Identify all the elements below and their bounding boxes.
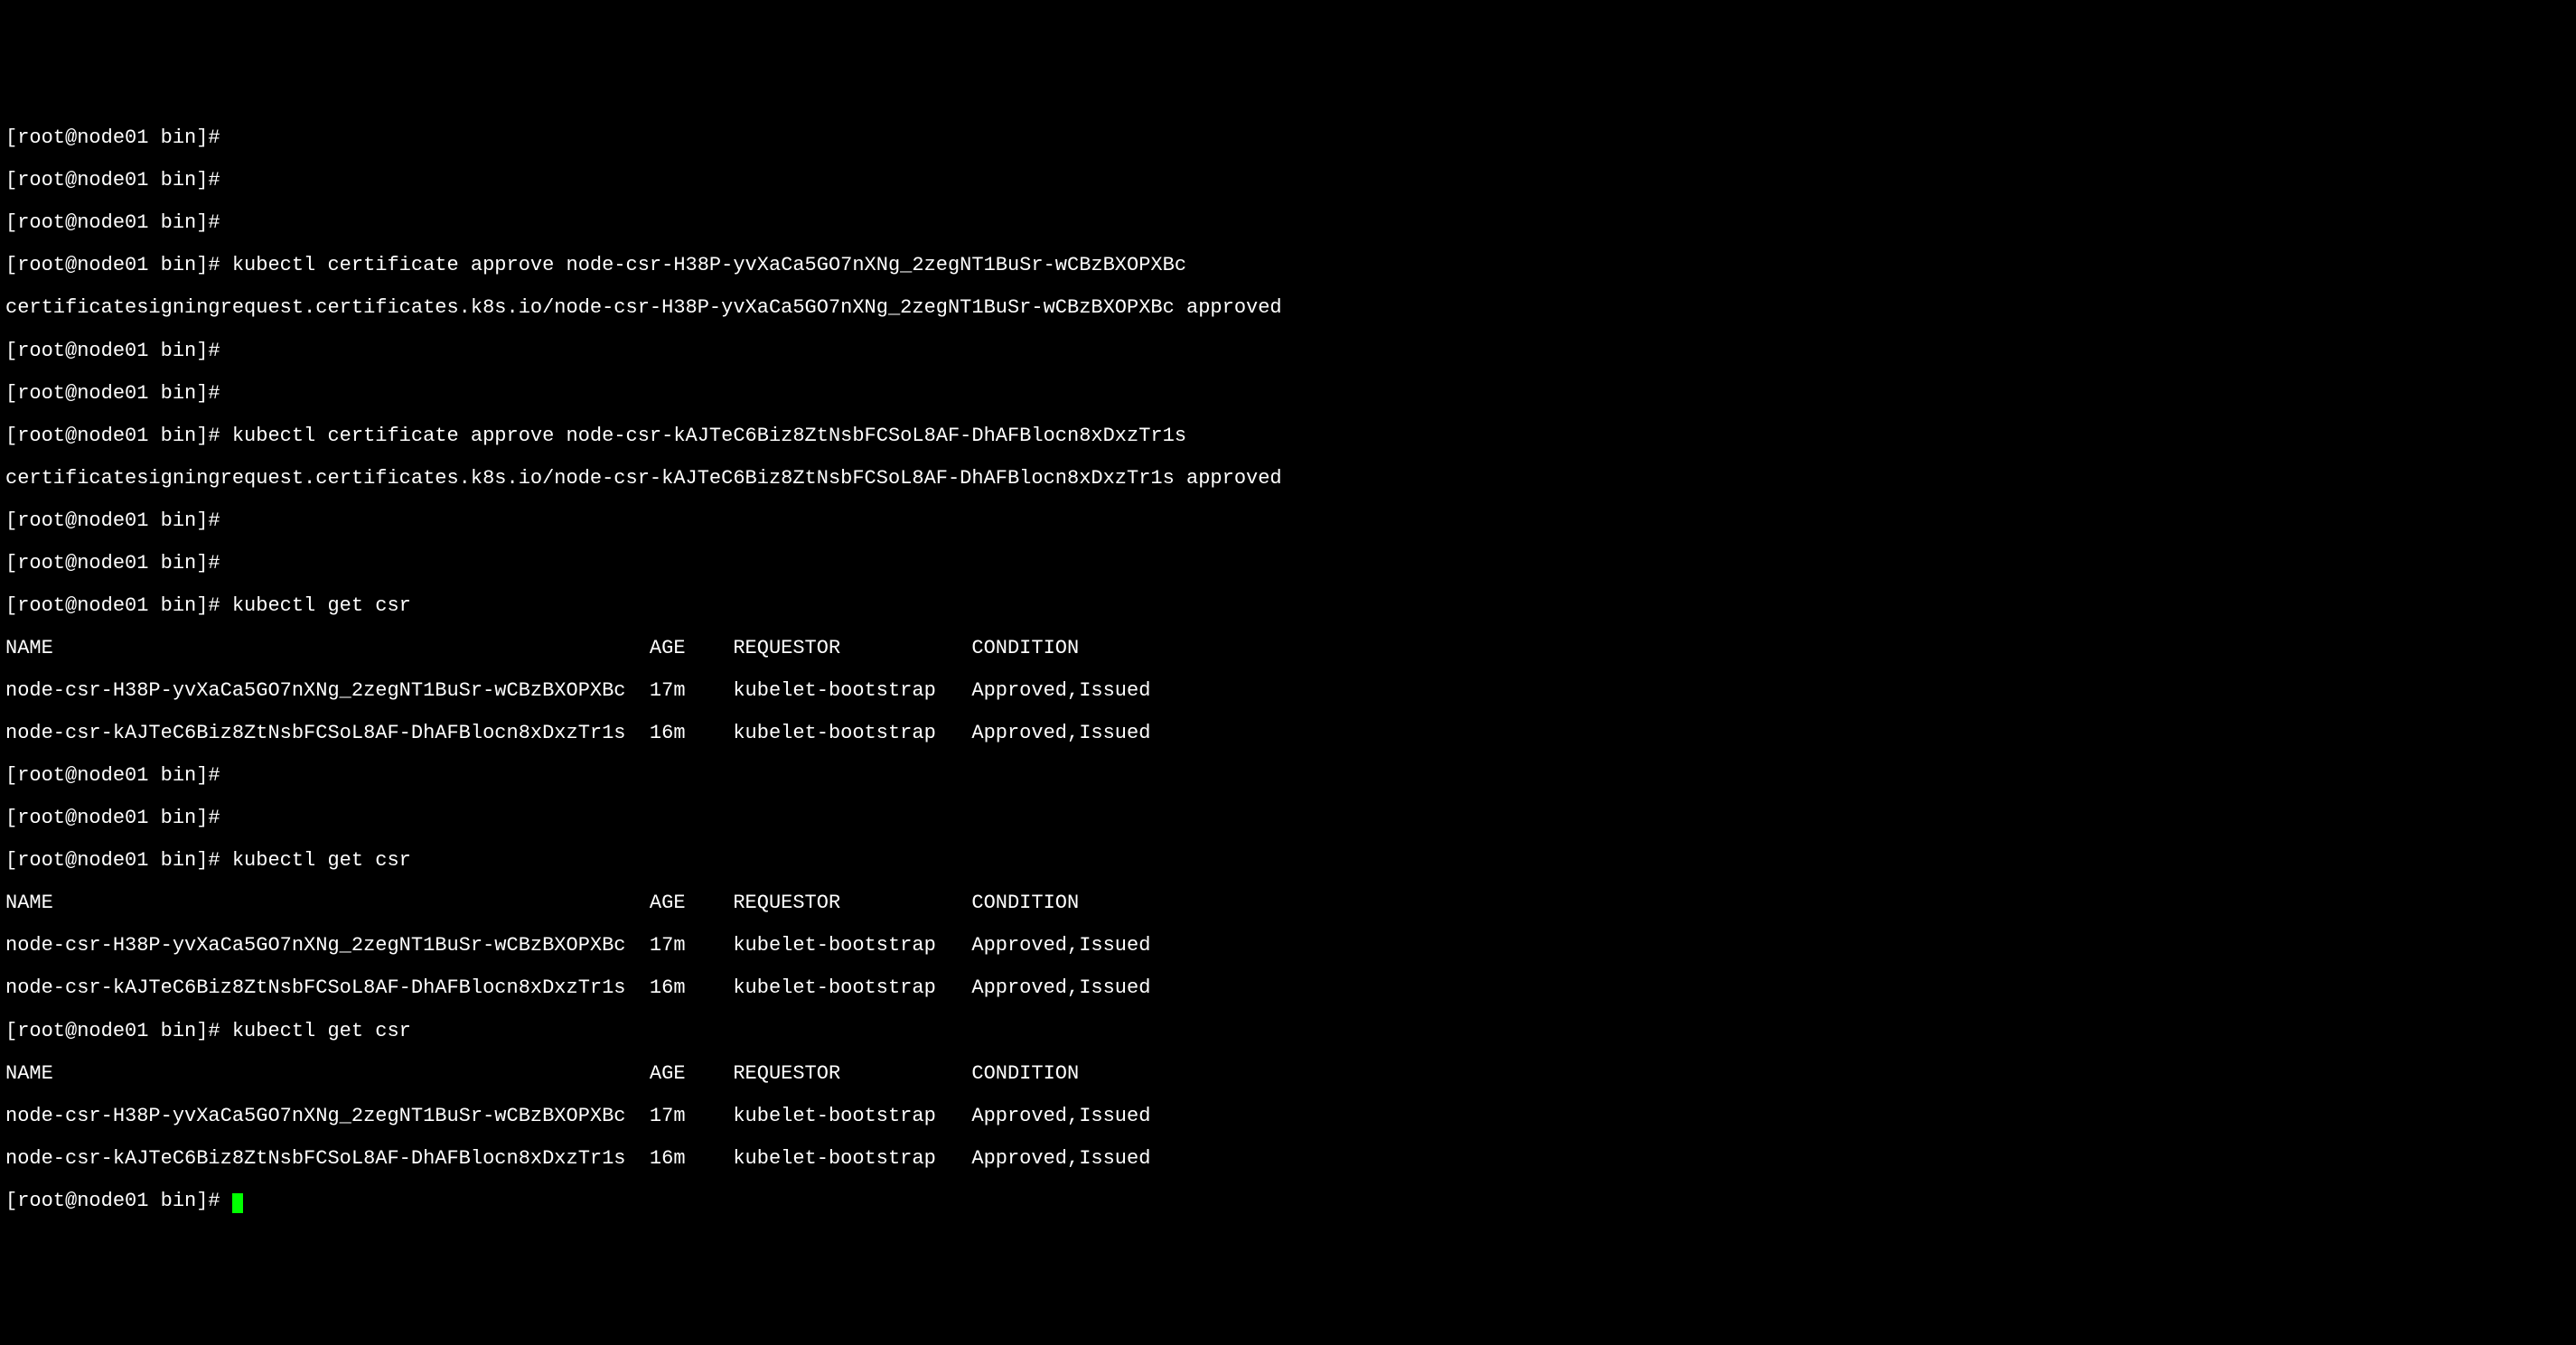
command-text: kubectl certificate approve node-csr-H38… [232, 254, 1186, 276]
csr-header: NAME AGE REQUESTOR CONDITION [5, 1063, 2571, 1085]
prompt-line: [root@node01 bin]# [5, 127, 2571, 149]
prompt-line: [root@node01 bin]# [5, 765, 2571, 787]
prompt: [root@node01 bin]# [5, 849, 232, 872]
output-line: certificatesigningrequest.certificates.k… [5, 468, 2571, 490]
prompt-line: [root@node01 bin]# [5, 808, 2571, 829]
prompt-line: [root@node01 bin]# [5, 510, 2571, 532]
prompt: [root@node01 bin]# [5, 552, 232, 574]
csr-row: node-csr-kAJTeC6Biz8ZtNsbFCSoL8AF-DhAFBl… [5, 977, 2571, 999]
prompt: [root@node01 bin]# [5, 1020, 232, 1042]
terminal[interactable]: [root@node01 bin]# [root@node01 bin]# [r… [0, 107, 2576, 1239]
command-line: [root@node01 bin]# kubectl get csr [5, 850, 2571, 872]
prompt: [root@node01 bin]# [5, 169, 232, 191]
command-text: kubectl get csr [232, 1020, 411, 1042]
csr-row: node-csr-kAJTeC6Biz8ZtNsbFCSoL8AF-DhAFBl… [5, 723, 2571, 744]
prompt: [root@node01 bin]# [5, 1190, 232, 1212]
prompt: [root@node01 bin]# [5, 126, 232, 149]
prompt-line: [root@node01 bin]# [5, 341, 2571, 362]
csr-header: NAME AGE REQUESTOR CONDITION [5, 638, 2571, 659]
prompt: [root@node01 bin]# [5, 211, 232, 234]
prompt: [root@node01 bin]# [5, 382, 232, 405]
command-text: kubectl get csr [232, 594, 411, 617]
output-line: certificatesigningrequest.certificates.k… [5, 297, 2571, 319]
prompt-line: [root@node01 bin]# [5, 170, 2571, 191]
csr-row: node-csr-H38P-yvXaCa5GO7nXNg_2zegNT1BuSr… [5, 935, 2571, 957]
prompt-line: [root@node01 bin]# [5, 212, 2571, 234]
prompt: [root@node01 bin]# [5, 594, 232, 617]
csr-header: NAME AGE REQUESTOR CONDITION [5, 892, 2571, 914]
prompt: [root@node01 bin]# [5, 425, 232, 447]
cursor-icon [232, 1193, 243, 1213]
prompt-line: [root@node01 bin]# [5, 383, 2571, 405]
csr-row: node-csr-kAJTeC6Biz8ZtNsbFCSoL8AF-DhAFBl… [5, 1148, 2571, 1170]
command-line: [root@node01 bin]# kubectl get csr [5, 595, 2571, 617]
command-line: [root@node01 bin]# kubectl certificate a… [5, 425, 2571, 447]
command-line: [root@node01 bin]# kubectl get csr [5, 1021, 2571, 1042]
command-text: kubectl get csr [232, 849, 411, 872]
prompt: [root@node01 bin]# [5, 254, 232, 276]
command-text: kubectl certificate approve node-csr-kAJ… [232, 425, 1186, 447]
prompt: [root@node01 bin]# [5, 807, 232, 829]
prompt-line: [root@node01 bin]# [5, 1191, 2571, 1212]
prompt-line: [root@node01 bin]# [5, 553, 2571, 574]
prompt: [root@node01 bin]# [5, 764, 232, 787]
command-line: [root@node01 bin]# kubectl certificate a… [5, 255, 2571, 276]
prompt: [root@node01 bin]# [5, 509, 232, 532]
csr-row: node-csr-H38P-yvXaCa5GO7nXNg_2zegNT1BuSr… [5, 1106, 2571, 1127]
csr-row: node-csr-H38P-yvXaCa5GO7nXNg_2zegNT1BuSr… [5, 680, 2571, 702]
prompt: [root@node01 bin]# [5, 340, 232, 362]
